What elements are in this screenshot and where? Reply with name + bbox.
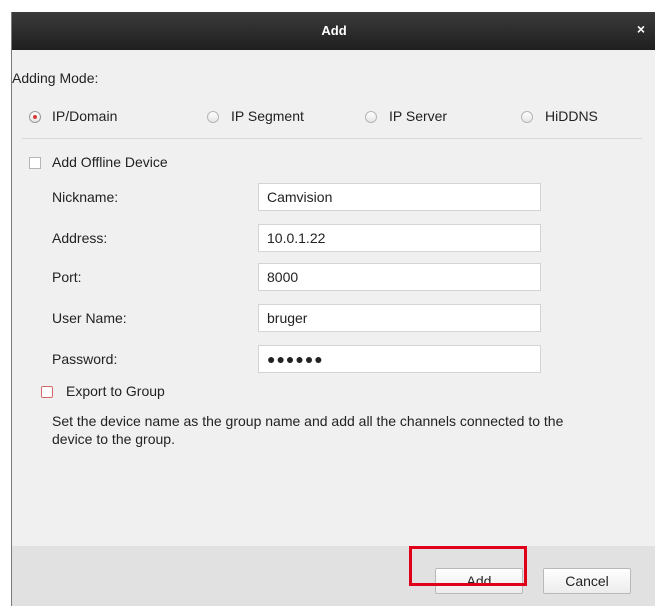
export-to-group-label[interactable]: Export to Group bbox=[66, 383, 165, 399]
radio-hiddns[interactable] bbox=[521, 111, 533, 123]
add-button-highlight bbox=[409, 546, 527, 586]
address-label: Address: bbox=[52, 230, 108, 246]
password-input[interactable]: ●●●●●● bbox=[258, 345, 541, 373]
export-to-group-checkbox[interactable] bbox=[41, 386, 53, 398]
username-label: User Name: bbox=[52, 310, 127, 326]
adding-mode-label: Adding Mode: bbox=[12, 70, 99, 86]
cancel-button[interactable]: Cancel bbox=[543, 568, 631, 594]
section-divider bbox=[22, 138, 642, 139]
export-group-description: Set the device name as the group name an… bbox=[52, 413, 564, 447]
add-offline-device-checkbox[interactable] bbox=[29, 157, 41, 169]
close-icon[interactable]: × bbox=[634, 22, 648, 36]
nickname-label: Nickname: bbox=[52, 189, 119, 205]
add-device-dialog: Add × Adding Mode: IP/Domain IP Segment … bbox=[11, 12, 655, 606]
radio-hiddns-label[interactable]: HiDDNS bbox=[545, 108, 598, 124]
radio-ip-domain[interactable] bbox=[29, 111, 41, 123]
username-input[interactable]: bruger bbox=[258, 304, 541, 332]
password-label: Password: bbox=[52, 351, 118, 367]
radio-ip-server-label[interactable]: IP Server bbox=[389, 108, 447, 124]
add-offline-device-label[interactable]: Add Offline Device bbox=[52, 154, 168, 170]
port-label: Port: bbox=[52, 269, 82, 285]
radio-ip-server[interactable] bbox=[365, 111, 377, 123]
nickname-input[interactable]: Camvision bbox=[258, 183, 541, 211]
radio-ip-segment-label[interactable]: IP Segment bbox=[231, 108, 304, 124]
address-input[interactable]: 10.0.1.22 bbox=[258, 224, 541, 252]
port-input[interactable]: 8000 bbox=[258, 263, 541, 291]
title-bar[interactable]: Add × bbox=[12, 12, 655, 50]
radio-ip-domain-label[interactable]: IP/Domain bbox=[52, 108, 117, 124]
dialog-title: Add bbox=[321, 23, 347, 38]
radio-ip-segment[interactable] bbox=[207, 111, 219, 123]
